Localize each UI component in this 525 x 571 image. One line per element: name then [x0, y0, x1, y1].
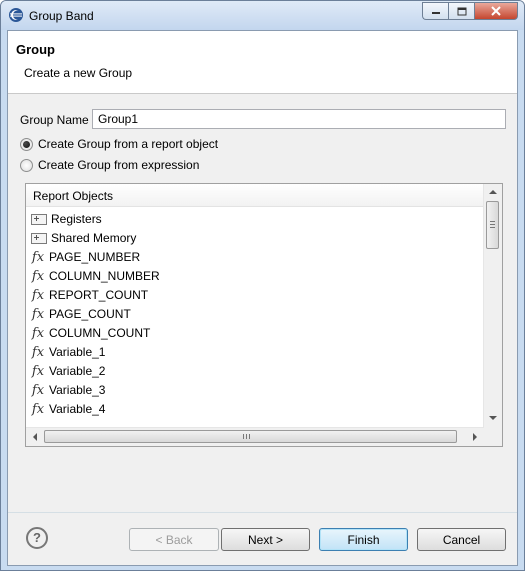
tree-item-label: REPORT_COUNT [49, 288, 149, 302]
group-name-input[interactable] [92, 109, 506, 129]
tree-item-label: PAGE_COUNT [49, 307, 131, 321]
tree-item-label: Variable_4 [49, 402, 106, 416]
tree-item-column-number[interactable]: fx COLUMN_NUMBER [30, 267, 160, 285]
horizontal-scrollbar[interactable] [26, 427, 484, 446]
fx-icon: fx [31, 401, 45, 417]
grip-icon [243, 434, 250, 439]
tree-item-page-number[interactable]: fx PAGE_NUMBER [30, 248, 140, 266]
scroll-right-arrow-icon[interactable] [472, 433, 478, 441]
tree-item-label: COLUMN_COUNT [49, 326, 151, 340]
wizard-banner: Group Create a new Group [8, 31, 517, 94]
back-button[interactable]: < Back [129, 528, 219, 551]
maximize-button[interactable] [448, 2, 474, 20]
fx-icon: fx [31, 268, 45, 284]
tree-item-variable-1[interactable]: fx Variable_1 [30, 343, 106, 361]
minimize-button[interactable] [422, 2, 448, 20]
help-icon[interactable]: ? [26, 527, 48, 549]
page-description: Create a new Group [24, 66, 133, 80]
scroll-up-arrow-icon[interactable] [489, 189, 497, 195]
tree-item-label: PAGE_NUMBER [49, 250, 141, 264]
finish-button[interactable]: Finish [319, 528, 408, 551]
fx-icon: fx [31, 344, 45, 360]
tree-item-column-count[interactable]: fx COLUMN_COUNT [30, 324, 150, 342]
fx-icon: fx [31, 306, 45, 322]
tree-item-variable-2[interactable]: fx Variable_2 [30, 362, 106, 380]
radio-button[interactable] [20, 158, 33, 172]
maximize-icon [457, 7, 466, 15]
tree-item-registers[interactable]: Registers [30, 210, 102, 228]
eclipse-icon [9, 8, 23, 22]
tree-item-report-count[interactable]: fx REPORT_COUNT [30, 286, 148, 304]
tree-item-page-count[interactable]: fx PAGE_COUNT [30, 305, 131, 323]
expand-box-icon[interactable] [31, 213, 47, 225]
fx-icon: fx [31, 382, 45, 398]
vertical-scrollbar[interactable] [483, 184, 502, 428]
next-button[interactable]: Next > [221, 528, 310, 551]
close-button[interactable] [474, 2, 518, 20]
horizontal-scroll-thumb[interactable] [44, 430, 457, 443]
title-bar[interactable]: Group Band [1, 1, 524, 30]
radio-expression[interactable]: Create Group from expression [20, 158, 199, 172]
tree-item-label: Variable_1 [49, 345, 106, 359]
tree-item-label: Variable_3 [49, 383, 106, 397]
dialog-body: Group Create a new Group Group Name Crea… [7, 30, 518, 566]
tree-item-variable-3[interactable]: fx Variable_3 [30, 381, 106, 399]
radio-label: Create Group from a report object [38, 137, 219, 151]
scrollbar-corner [484, 428, 502, 446]
close-icon [491, 6, 501, 16]
fx-icon: fx [31, 325, 45, 341]
radio-report-object[interactable]: Create Group from a report object [20, 137, 218, 151]
tree-item-shared-memory[interactable]: Shared Memory [30, 229, 136, 247]
window-title: Group Band [29, 9, 94, 23]
footer-separator [8, 512, 517, 513]
fx-icon: fx [31, 249, 45, 265]
expand-box-icon[interactable] [31, 232, 47, 244]
tree-item-label: Shared Memory [51, 231, 137, 245]
dialog-window: Group Band Group Create a new Group Grou… [0, 0, 525, 571]
minimize-icon [431, 12, 440, 14]
tree-item-variable-4[interactable]: fx Variable_4 [30, 400, 106, 418]
tree-item-label: Variable_2 [49, 364, 106, 378]
report-objects-tree[interactable]: Report Objects Registers Shared Memory f… [25, 183, 503, 447]
scroll-left-arrow-icon[interactable] [32, 433, 38, 441]
fx-icon: fx [31, 363, 45, 379]
page-title: Group [16, 42, 55, 57]
vertical-scroll-thumb[interactable] [486, 201, 499, 249]
tree-item-label: Registers [51, 212, 102, 226]
tree-header-label: Report Objects [33, 189, 114, 203]
fx-icon: fx [31, 287, 45, 303]
cancel-button[interactable]: Cancel [417, 528, 506, 551]
radio-label: Create Group from expression [38, 158, 200, 172]
tree-column-header[interactable]: Report Objects [26, 184, 484, 207]
group-name-label: Group Name [20, 113, 89, 127]
tree-item-label: COLUMN_NUMBER [49, 269, 160, 283]
radio-button-checked[interactable] [20, 137, 33, 151]
scroll-down-arrow-icon[interactable] [489, 415, 497, 421]
